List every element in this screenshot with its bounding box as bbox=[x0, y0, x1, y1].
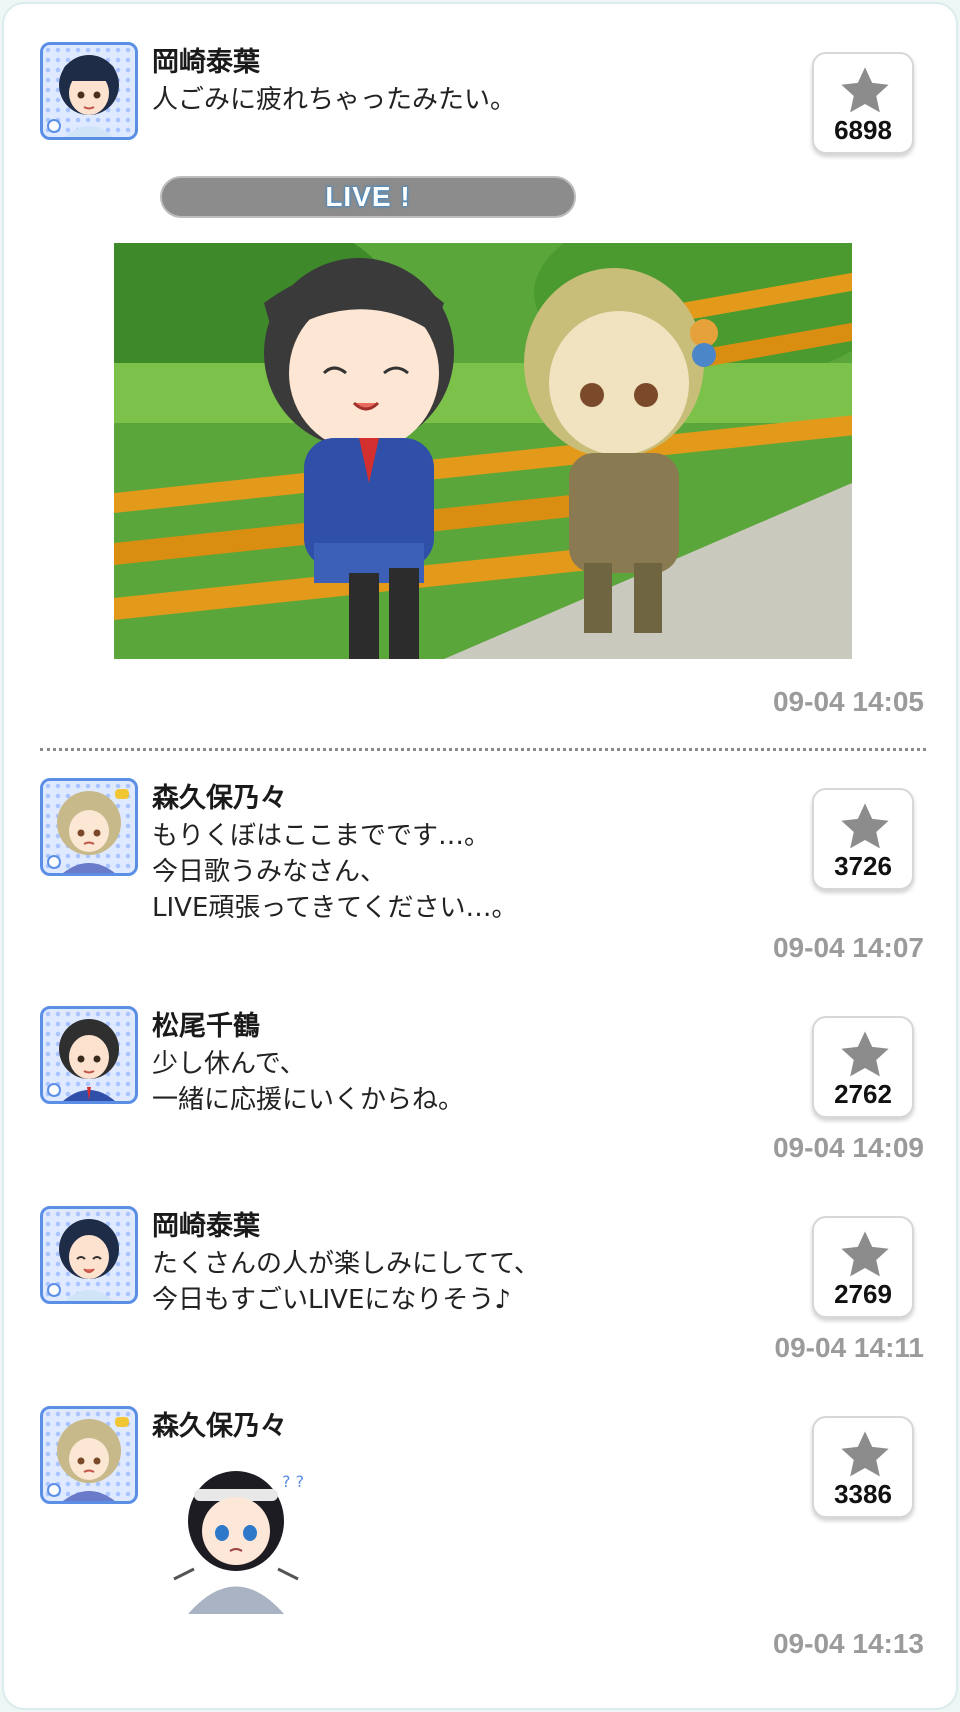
avatar[interactable] bbox=[40, 1006, 138, 1104]
like-button[interactable]: 3726 bbox=[812, 788, 914, 890]
diamond-icon bbox=[47, 1483, 61, 1497]
post-message: 少し休んで、 一緒に応援にいくからね。 bbox=[152, 1049, 465, 1115]
poster-name: 松尾千鶴 bbox=[152, 1011, 260, 1042]
like-button[interactable]: 3386 bbox=[812, 1416, 914, 1518]
like-count: 2762 bbox=[834, 1079, 892, 1109]
diamond-icon bbox=[47, 1083, 61, 1097]
poster-name: 岡崎泰葉 bbox=[152, 1211, 260, 1242]
star-icon bbox=[841, 803, 889, 849]
section-divider bbox=[40, 748, 926, 751]
svg-text:? ?: ? ? bbox=[282, 1472, 304, 1491]
avatar[interactable] bbox=[40, 778, 138, 876]
star-icon bbox=[841, 1231, 889, 1277]
post-timestamp: 09-04 14:11 bbox=[774, 1332, 924, 1363]
post-message: たくさんの人が楽しみにしてて、 今日もすごいLIVEになりそう♪ bbox=[152, 1249, 540, 1315]
star-icon bbox=[841, 67, 889, 113]
diamond-icon bbox=[47, 855, 61, 869]
park-bench-illustration bbox=[114, 243, 852, 659]
diamond-icon bbox=[47, 119, 61, 133]
post-message: もりくぼはここまでです…。 今日歌うみなさん、 LIVE頑張ってきてください…。 bbox=[152, 821, 518, 923]
diamond-icon bbox=[47, 1283, 61, 1297]
like-button[interactable]: 2762 bbox=[812, 1016, 914, 1118]
chibi-sticker-icon[interactable]: ? ? bbox=[164, 1459, 314, 1614]
like-count: 3726 bbox=[834, 851, 892, 881]
live-button[interactable]: LIVE ! bbox=[160, 176, 576, 218]
avatar[interactable] bbox=[40, 42, 138, 140]
star-icon bbox=[841, 1031, 889, 1077]
post-timestamp: 09-04 14:13 bbox=[772, 1628, 924, 1659]
like-count: 2769 bbox=[834, 1279, 892, 1309]
poster-name: 岡崎泰葉 bbox=[152, 47, 260, 78]
post-timestamp: 09-04 14:07 bbox=[772, 932, 924, 963]
post-message: 人ごみに疲れちゃったみたい。 bbox=[152, 85, 517, 115]
avatar[interactable] bbox=[40, 1406, 138, 1504]
feed-panel: 岡崎泰葉 人ごみに疲れちゃったみたい。 6898 LIVE ! 09-04 14… bbox=[2, 2, 958, 1710]
hair-clip-icon bbox=[115, 1417, 129, 1427]
like-count: 3386 bbox=[834, 1479, 892, 1509]
post-timestamp: 09-04 14:05 bbox=[772, 686, 924, 717]
avatar[interactable] bbox=[40, 1206, 138, 1304]
live-scene-image[interactable] bbox=[114, 243, 852, 659]
hair-clip-icon bbox=[115, 789, 129, 799]
like-button[interactable]: 2769 bbox=[812, 1216, 914, 1318]
poster-name: 森久保乃々 bbox=[152, 1411, 287, 1442]
post-timestamp: 09-04 14:09 bbox=[772, 1132, 924, 1163]
poster-name: 森久保乃々 bbox=[152, 783, 287, 814]
like-count: 6898 bbox=[834, 115, 892, 145]
like-button[interactable]: 6898 bbox=[812, 52, 914, 154]
star-icon bbox=[841, 1431, 889, 1477]
